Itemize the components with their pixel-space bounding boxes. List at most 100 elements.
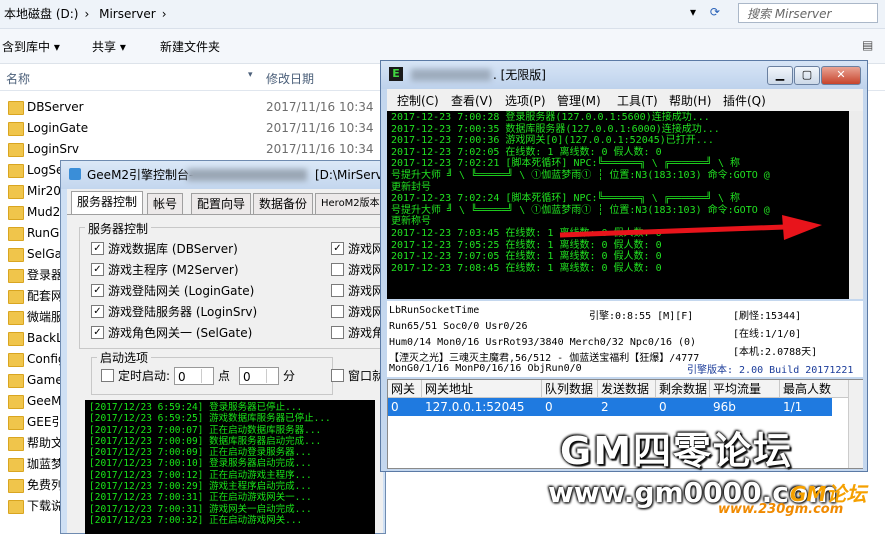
file-name: 微端服 xyxy=(27,310,64,324)
column-date[interactable]: 修改日期 xyxy=(266,70,314,87)
minute-spinner[interactable]: 0 xyxy=(239,367,279,385)
command-bar: 含到库中 ▾ 共享 ▾ 新建文件夹 ▤ xyxy=(0,29,885,64)
checkbox-icon[interactable] xyxy=(331,284,344,297)
checkbox-label: 游戏数据库 (DBServer) xyxy=(108,242,238,256)
checkbox-icon[interactable] xyxy=(331,369,344,382)
gateway-checkbox[interactable]: 游戏网 xyxy=(331,261,384,279)
log-scrollbar[interactable] xyxy=(849,111,863,331)
checkbox-icon[interactable]: ✓ xyxy=(331,242,344,255)
server-checkbox[interactable]: ✓ 游戏数据库 (DBServer) xyxy=(91,240,238,258)
hour-spinner[interactable]: 0 xyxy=(174,367,214,385)
server-checkbox[interactable]: ✓ 游戏主程序 (M2Server) xyxy=(91,261,239,279)
table-scrollbar[interactable] xyxy=(848,380,863,468)
server-checkbox[interactable]: ✓ 游戏角色网关一 (SelGate) xyxy=(91,324,252,342)
log-line: [2017/12/23 7:00:29] 游戏主程序启动完成... xyxy=(89,481,312,493)
status-version: 引擎版本: 2.00 Build 20171221 xyxy=(687,365,854,376)
table-cell[interactable]: 0 xyxy=(656,398,710,416)
checkbox-icon[interactable] xyxy=(101,369,114,382)
folder-icon xyxy=(8,374,24,388)
file-row[interactable]: LoginSrv 2017/11/16 10:34 xyxy=(0,139,400,160)
menu-bar: 控制(C) 查看(V) 选项(P) 管理(M) 工具(T) 帮助(H) 插件(Q) xyxy=(387,89,863,111)
refresh-icon[interactable]: ⟳ xyxy=(710,5,720,19)
log-line: [2017/12/23 6:59:24] 登录服务器已停止... xyxy=(89,402,303,413)
timed-start-checkbox[interactable]: 定时启动: xyxy=(101,367,170,385)
table-header[interactable]: 发送数据 xyxy=(598,380,656,398)
checkbox-icon[interactable]: ✓ xyxy=(91,326,104,339)
log-line: [2017/12/23 7:00:10] 登录服务器启动完成... xyxy=(89,458,312,470)
menu-item[interactable]: 帮助(H) xyxy=(669,92,711,109)
tab-account[interactable]: 帐号 xyxy=(147,193,184,214)
file-row[interactable]: LoginGate 2017/11/16 10:34 xyxy=(0,118,400,139)
tab-server-control[interactable]: 服务器控制 xyxy=(71,191,144,215)
menu-item[interactable]: 工具(T) xyxy=(617,92,658,109)
server-checkbox[interactable]: ✓ 游戏登陆网关 (LoginGate) xyxy=(91,282,254,300)
tab-data-backup[interactable]: 数据备份 xyxy=(253,193,314,214)
log-line: [2017/12/23 7:00:09] 数据库服务器启动完成... xyxy=(89,435,322,447)
breadcrumb[interactable]: 本地磁盘 (D:) › Mirserver › xyxy=(4,4,173,24)
table-cell[interactable]: 0 xyxy=(542,398,598,416)
folder-icon xyxy=(8,353,24,367)
checkbox-label: 游戏登陆服务器 (LoginSrv) xyxy=(108,305,258,319)
menu-item[interactable]: 插件(Q) xyxy=(723,92,766,109)
table-header[interactable]: 队列数据 xyxy=(542,380,598,398)
address-bar[interactable]: 本地磁盘 (D:) › Mirserver › ▾ ⟳ 搜索 Mirserver xyxy=(0,0,885,29)
gateway-checkbox[interactable]: ✓ 游戏网 xyxy=(331,240,384,258)
folder-icon xyxy=(8,332,24,346)
arrow-shaft xyxy=(559,224,786,238)
checkbox-icon[interactable]: ✓ xyxy=(91,242,104,255)
gateway-checkbox[interactable]: 游戏网 xyxy=(331,282,384,300)
search-input[interactable]: 搜索 Mirserver xyxy=(738,3,878,23)
table-cell[interactable]: 127.0.0.1:52045 xyxy=(422,398,542,416)
menu-item[interactable]: 查看(V) xyxy=(451,92,493,109)
redacted-bar xyxy=(187,169,307,181)
table-cell[interactable]: 96b xyxy=(710,398,780,416)
checkbox-icon[interactable] xyxy=(331,305,344,318)
menu-item[interactable]: 选项(P) xyxy=(505,92,546,109)
maximize-icon[interactable]: ▢ xyxy=(794,66,820,85)
checkbox-icon[interactable]: ✓ xyxy=(91,263,104,276)
checkbox-icon[interactable] xyxy=(331,326,344,339)
column-name[interactable]: 名称 xyxy=(6,70,30,87)
log-line: [2017/12/23 7:00:32] 正在启动游戏网关... xyxy=(89,514,303,526)
file-name: 下载说 xyxy=(27,499,64,513)
view-options-icon[interactable]: ▤ xyxy=(862,38,873,52)
minimize-icon[interactable]: ▁ xyxy=(767,66,793,85)
table-header[interactable]: 网关 xyxy=(388,380,422,398)
table-header[interactable]: 最高人数 xyxy=(780,380,850,398)
status-mon: MonG0/1/16 MonP0/16/16 ObjRun0/0 xyxy=(389,363,582,374)
title-bar[interactable]: GeeM2引擎控制台- [D:\MirServer xyxy=(61,161,395,189)
file-name: SelGa xyxy=(27,247,62,261)
table-header[interactable]: 平均流量 xyxy=(710,380,780,398)
checkbox-icon[interactable]: ✓ xyxy=(91,284,104,297)
gateway-checkbox[interactable]: 游戏角 xyxy=(331,324,384,342)
redacted-bar xyxy=(411,69,491,81)
folder-icon xyxy=(8,164,24,178)
menu-item[interactable]: 控制(C) xyxy=(397,92,439,109)
window-option-checkbox[interactable]: 窗口就 xyxy=(331,367,384,385)
server-checkbox[interactable]: ✓ 游戏登陆服务器 (LoginSrv) xyxy=(91,303,257,321)
tab-config-wizard[interactable]: 配置向导 xyxy=(191,193,252,214)
checkbox-icon[interactable]: ✓ xyxy=(91,305,104,318)
checkbox-icon[interactable] xyxy=(331,263,344,276)
table-cell[interactable]: 2 xyxy=(598,398,656,416)
share-button[interactable]: 共享 ▾ xyxy=(92,38,126,55)
table-cell[interactable]: 0 xyxy=(388,398,422,416)
status-event: 【湮灭之光】三魂灭主魔君,56/512 - 伽蓝送宝福利【狂爆】/4777 xyxy=(389,353,700,364)
table-header[interactable]: 剩余数据 xyxy=(656,380,710,398)
folder-icon xyxy=(8,290,24,304)
file-name: LoginSrv xyxy=(27,142,80,156)
new-folder-button[interactable]: 新建文件夹 xyxy=(160,38,220,55)
close-icon[interactable]: ✕ xyxy=(821,66,861,85)
dropdown-arrow-icon[interactable]: ▾ xyxy=(690,5,696,19)
status-hum: Hum0/14 Mon0/16 UsrRot93/3840 Merch0/32 … xyxy=(389,337,697,348)
breadcrumb-drive[interactable]: 本地磁盘 (D:) xyxy=(4,7,78,21)
file-row[interactable]: DBServer 2017/11/16 10:34 xyxy=(0,97,400,118)
table-cell[interactable]: 1/1 xyxy=(780,398,832,416)
gateway-checkbox[interactable]: 游戏网 xyxy=(331,303,384,321)
menu-item[interactable]: 管理(M) xyxy=(557,92,601,109)
status-run: Run65/51 Soc0/0 Usr0/26 xyxy=(389,321,528,332)
breadcrumb-folder[interactable]: Mirserver xyxy=(99,7,156,21)
table-header[interactable]: 网关地址 xyxy=(422,380,542,398)
include-library-button[interactable]: 含到库中 ▾ xyxy=(2,38,60,55)
title-bar[interactable]: E . [无限版] ▁ ▢ ✕ xyxy=(381,61,867,89)
